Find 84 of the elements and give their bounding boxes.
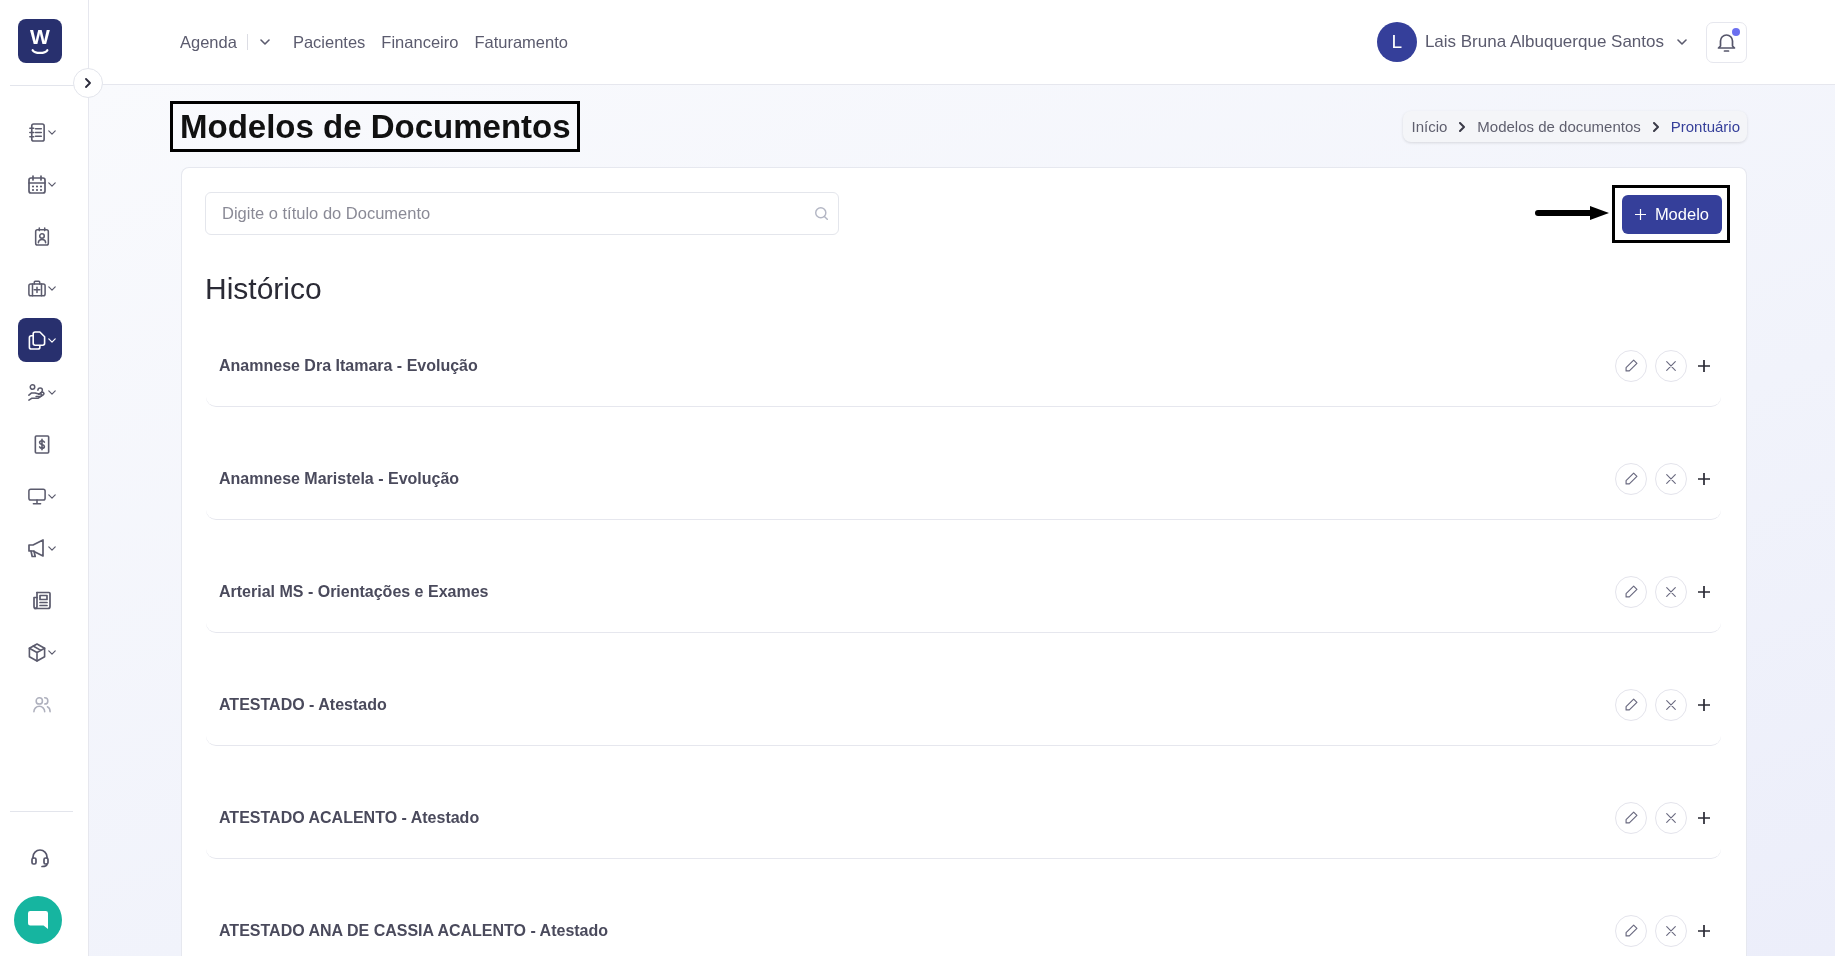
- nav-link[interactable]: Faturamento: [474, 31, 568, 53]
- edit-button[interactable]: [1615, 349, 1647, 382]
- document-title[interactable]: Arterial MS - Orientações e Exames: [219, 582, 489, 601]
- documents-icon: [27, 330, 46, 350]
- edit-button[interactable]: [1615, 801, 1647, 834]
- chat-button[interactable]: [14, 896, 62, 944]
- chevron-down-icon: [47, 649, 56, 655]
- nav-link[interactable]: Pacientes: [292, 31, 366, 53]
- user-menu-button[interactable]: Lais Bruna Albuquerque Santos: [1424, 32, 1687, 52]
- add-button[interactable]: [1698, 359, 1710, 372]
- chat-bubble-icon: [28, 911, 48, 929]
- add-button[interactable]: [1698, 698, 1710, 711]
- edit-button[interactable]: [1615, 688, 1647, 721]
- document-title[interactable]: Anamnese Maristela - Evolução: [219, 469, 460, 488]
- notifications-button[interactable]: [1706, 21, 1747, 63]
- chevron-right-icon: [1459, 121, 1466, 132]
- nav-link[interactable]: Agenda: [180, 31, 237, 53]
- document-title[interactable]: Anamnese Dra Itamara - Evolução: [219, 356, 478, 375]
- logo-letter: W: [30, 27, 50, 46]
- add-button[interactable]: [1698, 585, 1710, 598]
- sidebar-menu-button[interactable]: [18, 318, 62, 362]
- user-avatar: L: [1376, 22, 1417, 62]
- pencil-icon: [1624, 585, 1638, 598]
- pencil-icon: [1624, 698, 1638, 711]
- pencil-icon: [1624, 472, 1638, 485]
- package-icon: [27, 642, 46, 662]
- pencil-icon: [1624, 359, 1638, 372]
- add-button[interactable]: [1698, 811, 1710, 824]
- chevron-down-icon: [47, 181, 56, 187]
- chevron-down-icon: [47, 285, 56, 291]
- medical-kit-icon: [27, 278, 46, 298]
- plus-icon: [1634, 208, 1646, 220]
- close-icon: [1666, 812, 1676, 823]
- add-button[interactable]: [1698, 472, 1710, 485]
- monitor-icon: [27, 486, 46, 506]
- plus-icon: [1698, 359, 1710, 372]
- close-icon: [1666, 586, 1676, 597]
- search-field[interactable]: Digite o título do Documento: [205, 192, 839, 235]
- bell-icon: [1717, 32, 1736, 52]
- dollar-document-icon: [32, 434, 51, 454]
- notebook-icon: [27, 122, 46, 142]
- chevron-down-icon: [47, 129, 56, 135]
- add-model-button[interactable]: Modelo: [1621, 194, 1722, 234]
- plus-icon: [1698, 698, 1710, 711]
- close-icon: [1666, 473, 1676, 484]
- search-icon: [815, 207, 828, 220]
- chevron-down-icon: [47, 337, 56, 343]
- chevron-right-icon: [85, 78, 91, 88]
- breadcrumb-link[interactable]: Prontuário: [1670, 118, 1740, 135]
- users-icon: [32, 694, 51, 714]
- hand-icon: [27, 382, 46, 402]
- section-title: Histórico: [205, 271, 322, 307]
- breadcrumb-link[interactable]: Início: [1411, 118, 1448, 135]
- close-icon: [1666, 699, 1676, 710]
- chevron-down-icon: [47, 493, 56, 499]
- contact-card-icon: [32, 226, 51, 246]
- chevron-down-icon: [1677, 39, 1687, 45]
- chevron-down-icon: [47, 389, 56, 395]
- close-icon: [1666, 360, 1676, 371]
- megaphone-icon: [27, 538, 46, 558]
- smile-icon: [31, 48, 49, 55]
- page-title: Modelos de Documentos: [180, 107, 571, 147]
- plus-icon: [1698, 924, 1710, 937]
- close-icon: [1666, 925, 1676, 936]
- edit-button[interactable]: [1615, 914, 1647, 947]
- plus-icon: [1698, 585, 1710, 598]
- document-title[interactable]: ATESTADO ACALENTO - Atestado: [219, 808, 480, 827]
- pencil-icon: [1624, 924, 1638, 937]
- headset-icon: [31, 848, 49, 868]
- chevron-down-icon: [47, 545, 56, 551]
- breadcrumb-link[interactable]: Modelos de documentos: [1477, 118, 1641, 135]
- calendar-icon: [27, 174, 46, 194]
- chevron-down-icon: [259, 39, 270, 45]
- document-title[interactable]: ATESTADO - Atestado: [219, 695, 387, 714]
- chevron-right-icon: [1652, 121, 1659, 132]
- add-button[interactable]: [1698, 924, 1710, 937]
- plus-icon: [1698, 811, 1710, 824]
- edit-button[interactable]: [1615, 575, 1647, 608]
- nav-link[interactable]: Financeiro: [381, 31, 459, 53]
- edit-button[interactable]: [1615, 462, 1647, 495]
- document-title[interactable]: ATESTADO ANA DE CASSIA ACALENTO - Atestado: [219, 921, 609, 940]
- newspaper-icon: [32, 590, 51, 610]
- pencil-icon: [1624, 811, 1638, 824]
- plus-icon: [1698, 472, 1710, 485]
